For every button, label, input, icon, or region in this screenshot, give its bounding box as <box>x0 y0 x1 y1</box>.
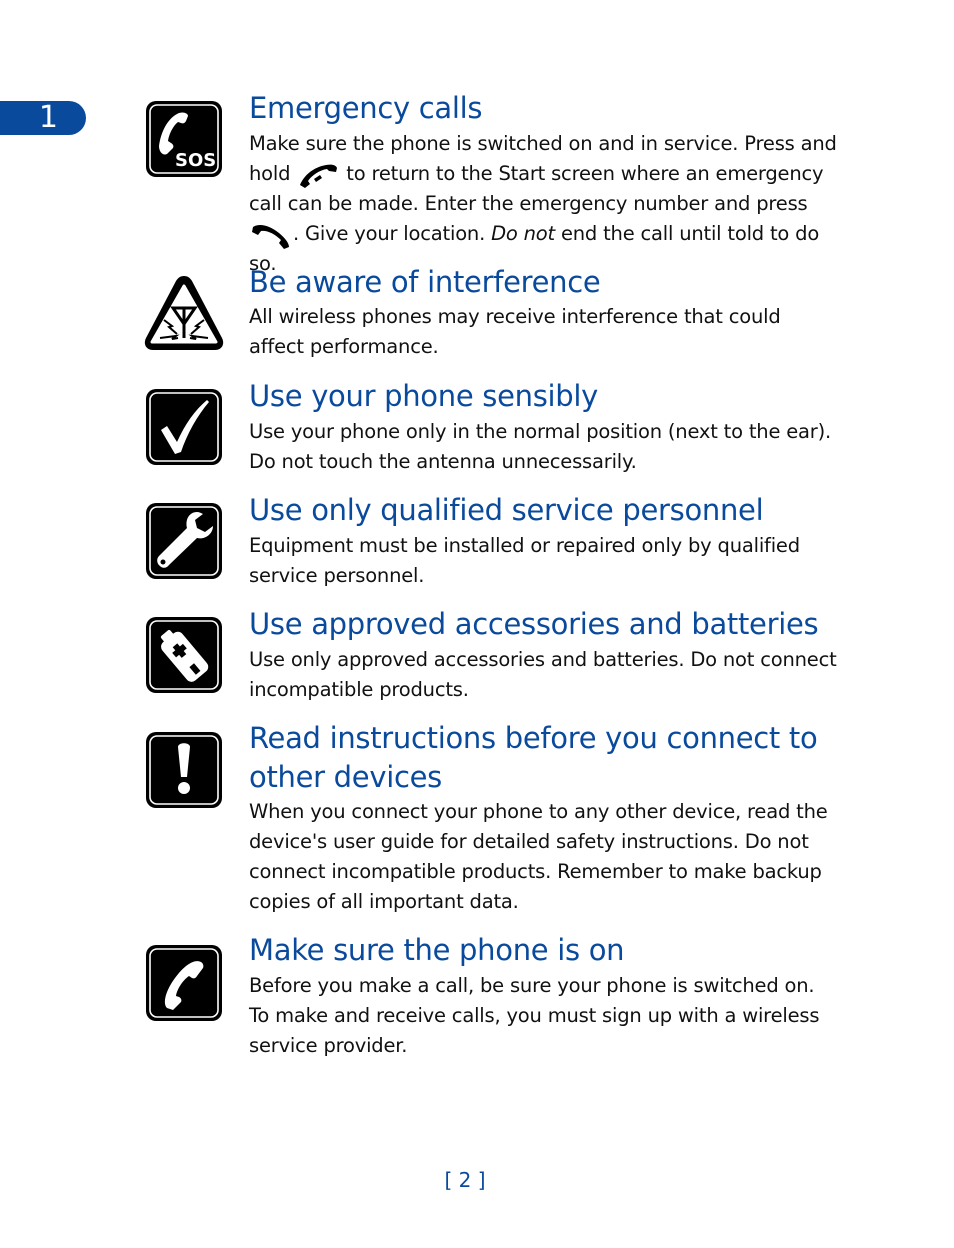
checkmark-icon <box>146 389 222 465</box>
battery-icon <box>146 617 222 693</box>
section-body: Before you make a call, be sure your pho… <box>249 974 820 1057</box>
section-title: Make sure the phone is on <box>249 933 625 967</box>
section-body: Use only approved accessories and batter… <box>249 648 837 701</box>
wrench-icon <box>146 503 222 579</box>
chapter-number: 1 <box>38 100 58 135</box>
section-title: Use your phone sensibly <box>249 379 599 413</box>
interference-warning-icon <box>144 276 224 350</box>
section-body: All wireless phones may receive interfer… <box>249 305 781 358</box>
section-body: Make sure the phone is switched on and i… <box>249 132 837 275</box>
page-number: [ 2 ] <box>444 1168 486 1192</box>
section-title: Emergency calls <box>249 91 483 125</box>
chapter-tab: 1 <box>0 101 86 135</box>
exclamation-icon <box>146 732 222 808</box>
section-body: When you connect your phone to any other… <box>249 800 828 913</box>
phone-sos-icon: SOS <box>146 101 222 177</box>
send-key-icon <box>252 224 289 249</box>
section-title: Use approved accessories and batteries <box>249 607 819 641</box>
emphasis-text: Do not <box>491 222 555 245</box>
svg-text:SOS: SOS <box>175 150 216 171</box>
section-body: Equipment must be installed or repaired … <box>249 534 800 587</box>
section-title: Use only qualified service personnel <box>249 493 764 527</box>
section-title: Be aware of interference <box>249 265 601 299</box>
section-body: Use your phone only in the normal positi… <box>249 420 832 473</box>
end-key-icon <box>300 164 338 188</box>
section-title: Read instructions before you connect to … <box>249 721 818 794</box>
phone-icon <box>146 945 222 1021</box>
